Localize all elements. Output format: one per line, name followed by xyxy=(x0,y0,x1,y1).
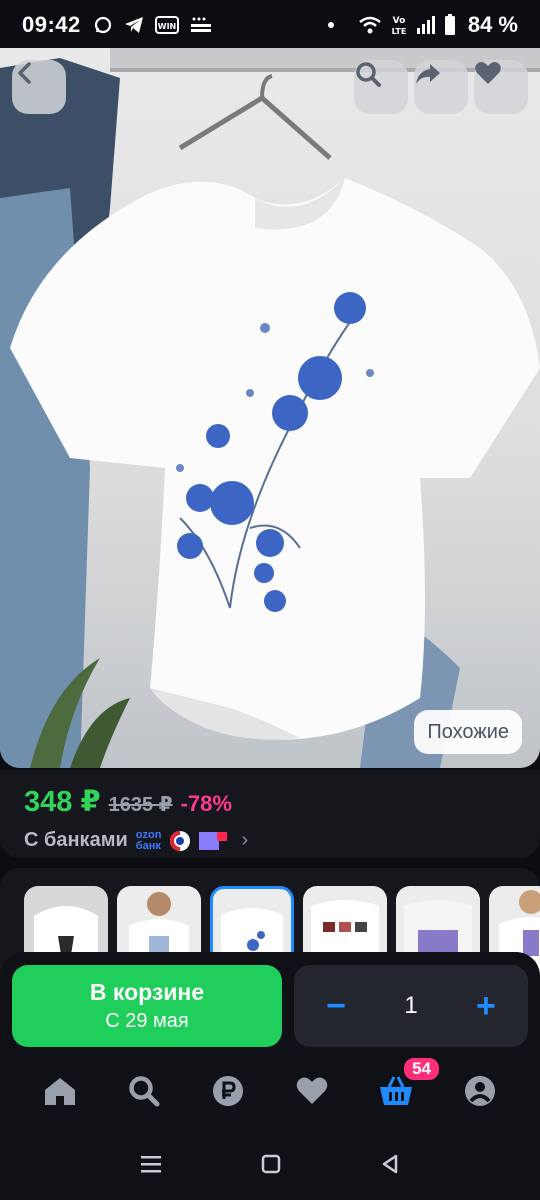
bank-label: С банками xyxy=(24,829,128,851)
minus-button[interactable]: − xyxy=(318,987,354,1026)
price-old: 1635 ₽ xyxy=(108,794,173,816)
home-icon xyxy=(45,1078,75,1105)
telegram-icon xyxy=(123,15,145,35)
share-button[interactable] xyxy=(414,60,468,114)
price-discount: -78% xyxy=(180,791,232,816)
signal-icon xyxy=(416,15,436,35)
dot-icon xyxy=(326,20,336,30)
svg-text:WIN: WIN xyxy=(158,22,177,31)
win-icon: WIN xyxy=(154,15,179,35)
product-page: 09:42 WIN Vo LTE 84 % Похожие 348 ₽ 1635… xyxy=(0,0,540,1200)
status-bar: 09:42 WIN Vo LTE 84 % xyxy=(0,0,540,50)
system-nav xyxy=(0,1140,540,1188)
nav-profile[interactable] xyxy=(457,1070,503,1112)
cart-title: В корзине xyxy=(89,979,205,1005)
in-cart-button[interactable]: В корзине С 29 мая xyxy=(12,965,282,1047)
back-button[interactable] xyxy=(12,60,66,114)
quantity-value: 1 xyxy=(404,992,418,1019)
home-system-icon[interactable] xyxy=(260,1153,282,1175)
recent-apps-icon[interactable] xyxy=(139,1153,163,1175)
favorite-button[interactable] xyxy=(474,60,528,114)
battery-level: 84 % xyxy=(467,12,518,37)
status-time: 09:42 xyxy=(22,12,81,37)
back-system-icon[interactable] xyxy=(379,1153,401,1175)
detmir-icon xyxy=(189,15,215,35)
quantity-stepper: − 1 + xyxy=(294,965,528,1047)
action-card: В корзине С 29 мая − 1 + 54 xyxy=(0,952,540,1200)
ruble-icon xyxy=(213,1076,243,1106)
search-icon xyxy=(129,1076,160,1107)
price-current: 348 ₽ xyxy=(24,786,101,818)
tshirt-illustration xyxy=(0,48,540,768)
product-image[interactable]: Похожие xyxy=(0,48,540,768)
wifi-icon xyxy=(358,15,382,35)
whatsapp-icon xyxy=(93,15,113,35)
share-icon xyxy=(416,64,440,84)
nav-search[interactable] xyxy=(121,1070,167,1112)
nav-home[interactable] xyxy=(37,1070,83,1112)
bank-square-icon xyxy=(199,831,228,850)
chevron-right-icon: › xyxy=(241,829,249,851)
nav-finance[interactable] xyxy=(205,1070,251,1112)
plus-button[interactable]: + xyxy=(468,987,504,1026)
nav-cart[interactable]: 54 xyxy=(373,1056,441,1112)
svg-text:Vo: Vo xyxy=(393,16,406,26)
price-card: 348 ₽ 1635 ₽ -78% С банками ozon банк › xyxy=(0,770,540,858)
search-icon xyxy=(356,62,381,87)
heart-icon xyxy=(296,1077,328,1104)
chevron-left-icon xyxy=(18,62,31,84)
bottom-nav: 54 xyxy=(0,1056,540,1112)
battery-icon xyxy=(444,14,456,36)
svg-text:LTE: LTE xyxy=(391,27,406,36)
heart-icon xyxy=(475,62,501,84)
profile-icon xyxy=(465,1076,495,1106)
volte-icon: Vo LTE xyxy=(390,14,408,36)
ozon-bank-line2: банк xyxy=(135,839,161,852)
ozon-bank-logo: ozon банк xyxy=(135,829,162,852)
delivery-date: С 29 мая xyxy=(105,1010,189,1032)
similar-button[interactable]: Похожие xyxy=(414,710,522,754)
bank-offer-row[interactable]: С банками ozon банк › xyxy=(24,829,516,852)
nav-favorites[interactable] xyxy=(289,1070,335,1112)
cart-badge: 54 xyxy=(402,1056,441,1082)
bank-circle-icon xyxy=(170,830,191,851)
search-button[interactable] xyxy=(354,60,408,114)
